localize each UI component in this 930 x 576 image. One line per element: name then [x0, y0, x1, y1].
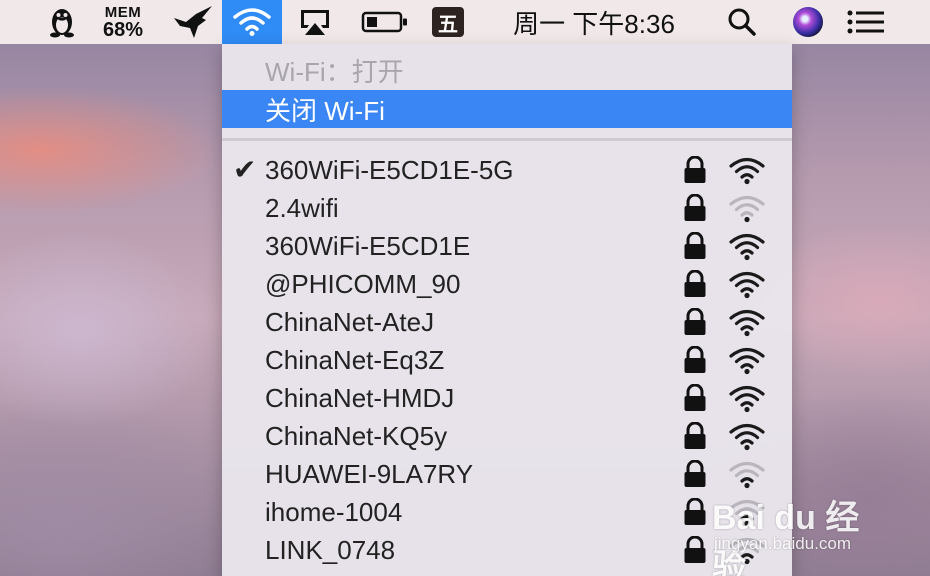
wifi-signal-icon	[727, 423, 767, 456]
network-name: HUAWEI-9LA7RY	[265, 459, 474, 489]
wifi-icon[interactable]	[222, 0, 282, 44]
network-name: 360WiFi-E5CD1E-5G	[265, 155, 514, 185]
siri-orb	[793, 7, 823, 37]
wifi-signal-icon	[727, 233, 767, 266]
wifi-signal-icon	[727, 347, 767, 380]
network-row[interactable]: ChinaNet-KQ5y	[222, 417, 792, 455]
turn-off-wifi-label: 关闭 Wi-Fi	[265, 95, 385, 126]
memory-monitor[interactable]: MEM 68%	[94, 0, 152, 44]
spotlight-search-icon[interactable]	[722, 0, 762, 44]
turn-off-wifi-item[interactable]: 关闭 Wi-Fi	[222, 90, 792, 128]
network-row[interactable]: 360WiFi-E5CD1E	[222, 227, 792, 265]
network-name: 360WiFi-E5CD1E	[265, 231, 471, 261]
lock-icon	[683, 307, 707, 341]
network-row[interactable]: @PHICOMM_90	[222, 265, 792, 303]
lock-icon	[683, 269, 707, 303]
airplay-icon[interactable]	[292, 0, 338, 44]
wifi-signal-icon	[727, 385, 767, 418]
wifi-dropdown-menu: Wi-Fi：打开 关闭 Wi-Fi ✔ 360WiFi-E5CD1E-5G 2.4w…	[222, 44, 792, 576]
lock-icon	[683, 421, 707, 455]
watermark-brand: Bai du 经验	[712, 499, 860, 576]
network-name: ChinaNet-KQ5y	[265, 421, 448, 451]
network-row[interactable]: HUAWEI-9LA7RY	[222, 455, 792, 493]
watermark-site: jingyan.baidu.com	[714, 534, 852, 553]
wifi-status-item: Wi-Fi：打开	[222, 51, 792, 89]
input-method-icon[interactable]: 五	[430, 0, 466, 44]
lock-icon	[683, 231, 707, 265]
desktop: MEM 68% 五 周一 下午8:36 Wi-Fi：打开 关闭 Wi-Fi ✔ …	[0, 0, 930, 576]
network-name: ChinaNet-Eq3Z	[265, 345, 445, 375]
network-name: LINK_0748	[265, 535, 396, 565]
mem-label: MEM	[104, 3, 142, 21]
network-row[interactable]: ChinaNet-Eq3Z	[222, 341, 792, 379]
lock-icon	[683, 345, 707, 379]
menu-bar: MEM 68% 五 周一 下午8:36	[0, 0, 930, 44]
network-row[interactable]: LINK_0748	[222, 531, 792, 569]
network-name: ChinaNet-HMDJ	[265, 383, 455, 413]
battery-icon[interactable]	[358, 0, 412, 44]
network-name: @PHICOMM_90	[265, 269, 461, 299]
network-name: ihome-1004	[265, 497, 403, 527]
lock-icon	[683, 155, 707, 189]
siri-icon[interactable]	[788, 0, 828, 44]
lock-icon	[683, 497, 707, 531]
wifi-status-label: Wi-Fi：打开	[265, 56, 404, 87]
qq-penguin-icon[interactable]	[42, 0, 82, 44]
lock-icon	[683, 193, 707, 227]
network-row[interactable]: ihome-1004	[222, 493, 792, 531]
lock-icon	[683, 383, 707, 417]
lock-icon	[683, 535, 707, 569]
wifi-signal-icon	[727, 157, 767, 190]
checkmark-icon: ✔	[233, 154, 257, 185]
wifi-signal-icon	[727, 309, 767, 342]
baidu-jingyan-watermark: Bai du 经验 jingyan.baidu.com	[712, 484, 892, 576]
menu-bar-clock[interactable]: 周一 下午8:36	[496, 0, 692, 44]
ime-label: 五	[432, 7, 464, 37]
notification-center-icon[interactable]	[840, 0, 892, 44]
network-name: ChinaNet-AteJ	[265, 307, 435, 337]
network-row[interactable]: ChinaNet-HMDJ	[222, 379, 792, 417]
mem-value: 68%	[102, 18, 144, 41]
menu-separator	[222, 138, 792, 141]
network-row[interactable]: ✔ 360WiFi-E5CD1E-5G	[222, 151, 792, 189]
wifi-signal-icon	[727, 271, 767, 304]
lock-icon	[683, 459, 707, 493]
network-row[interactable]: ChinaNet-AteJ	[222, 303, 792, 341]
bird-icon[interactable]	[168, 0, 218, 44]
wifi-signal-icon	[727, 195, 767, 228]
network-name: 2.4wifi	[265, 193, 339, 223]
network-row[interactable]: 2.4wifi	[222, 189, 792, 227]
